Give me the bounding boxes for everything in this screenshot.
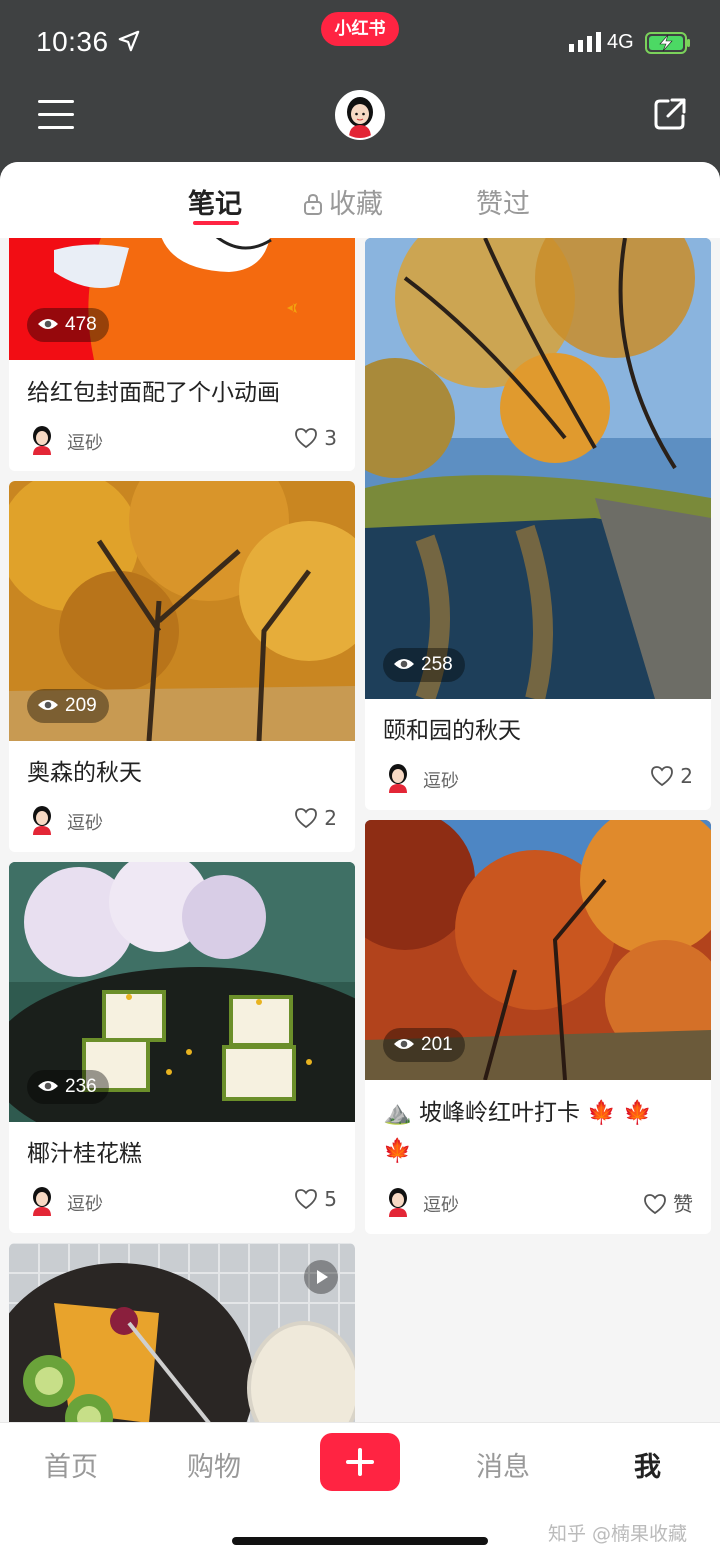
view-count-badge: 236 [27,1070,109,1104]
status-time: 10:36 [36,26,109,57]
view-count: 201 [421,1034,453,1055]
home-indicator [232,1537,488,1545]
like-button[interactable]: 3 [294,426,337,456]
note-card[interactable]: 201 ⛰️ 坡峰岭红叶打卡 🍁 🍁 🍁 逗砂 赞 [365,820,711,1234]
nav-home[interactable]: 首页 [44,1445,98,1484]
author-name: 逗砂 [423,1195,459,1216]
author-avatar [389,764,407,793]
content-sheet: 笔记 收藏 赞过 478 给红包封面配了个小动画 逗砂 3 209 奥森的秋天 … [0,162,720,1422]
heart-icon [644,1194,666,1215]
author-name: 逗砂 [67,813,103,834]
eye-icon [38,1081,58,1091]
tab-active-indicator [193,221,239,225]
nav-messages[interactable]: 消息 [476,1445,530,1484]
note-card[interactable]: 209 奥森的秋天 逗砂 2 [9,481,355,852]
heart-icon [295,1189,318,1210]
watermark: 知乎 @楠果收藏 [548,1523,688,1545]
note-card[interactable]: 258 颐和园的秋天 逗砂 2 [365,238,711,810]
note-card[interactable] [9,1243,355,1422]
view-count: 209 [65,695,97,716]
note-card[interactable]: 236 椰汁桂花糕 逗砂 5 [9,862,355,1233]
note-cover-image [9,1243,355,1422]
note-title-line2: 🍁 [383,1138,412,1164]
eye-icon [38,319,58,329]
video-play-icon [304,1260,338,1294]
user-avatar[interactable] [335,90,385,140]
like-label: 赞 [673,1192,693,1216]
like-count: 2 [680,764,693,788]
heart-icon [295,428,318,449]
eye-icon [38,700,58,710]
like-count: 3 [324,426,337,450]
like-count: 2 [324,806,337,830]
author-name: 逗砂 [423,771,459,792]
lock-icon [304,193,322,215]
share-icon[interactable] [652,96,688,132]
note-cover-image: 201 [365,820,711,1080]
eye-icon [394,659,414,669]
like-count: 5 [324,1187,337,1211]
profile-header [0,86,720,162]
note-title: 椰汁桂花糕 [27,1141,142,1167]
note-cover-image: 258 [365,238,711,699]
view-count-badge: 201 [383,1028,465,1062]
menu-icon [38,100,74,103]
signal-icon [569,32,601,52]
tab-bar: 笔记 收藏 赞过 [0,162,720,238]
network-type: 4G [607,31,634,53]
avatar-illustration [337,92,383,138]
view-count-badge: 209 [27,689,109,723]
like-button[interactable]: 2 [294,806,337,836]
note-card[interactable]: 478 给红包封面配了个小动画 逗砂 3 [9,238,355,471]
tab-favorites-label: 收藏 [329,189,383,220]
author-avatar [389,1188,407,1217]
bottom-nav: 首页 购物 消息 我 知乎 @楠果收藏 [0,1422,720,1558]
heart-icon [295,808,318,829]
tab-favorites[interactable]: 收藏 [303,182,383,221]
note-cover-image: 209 [9,481,355,741]
tab-liked[interactable]: 赞过 [476,182,530,221]
tab-notes[interactable]: 笔记 [188,182,242,221]
view-count: 258 [421,654,453,675]
author-avatar [33,1187,51,1216]
view-count-badge: 478 [27,308,109,342]
add-note-button[interactable] [320,1433,400,1491]
location-arrow-icon [118,30,140,52]
note-cover-image: 478 [9,238,355,360]
view-count: 478 [65,314,97,335]
eye-icon [394,1039,414,1049]
note-title: 奥森的秋天 [27,760,142,786]
heart-icon [651,766,674,787]
like-button[interactable]: 赞 [643,1188,693,1218]
author-name: 逗砂 [67,433,103,454]
notes-feed: 478 给红包封面配了个小动画 逗砂 3 209 奥森的秋天 逗砂 2 236 … [0,238,720,1422]
note-title: ⛰️ 坡峰岭红叶打卡 🍁 🍁 [383,1100,652,1126]
battery-charging-icon [645,32,690,54]
nav-shopping[interactable]: 购物 [187,1445,241,1484]
like-button[interactable]: 2 [650,764,693,794]
nav-me[interactable]: 我 [634,1445,661,1484]
author-name: 逗砂 [67,1194,103,1215]
author-avatar [33,806,51,835]
note-title: 给红包封面配了个小动画 [27,380,280,406]
view-count: 236 [65,1076,97,1097]
like-button[interactable]: 5 [294,1187,337,1217]
note-cover-image: 236 [9,862,355,1122]
view-count-badge: 258 [383,648,465,682]
app-badge: 小红书 [321,12,399,46]
author-avatar [33,426,51,455]
status-bar: 10:36 小红书 4G [0,0,720,86]
note-title: 颐和园的秋天 [383,718,521,744]
menu-button[interactable] [38,100,78,132]
